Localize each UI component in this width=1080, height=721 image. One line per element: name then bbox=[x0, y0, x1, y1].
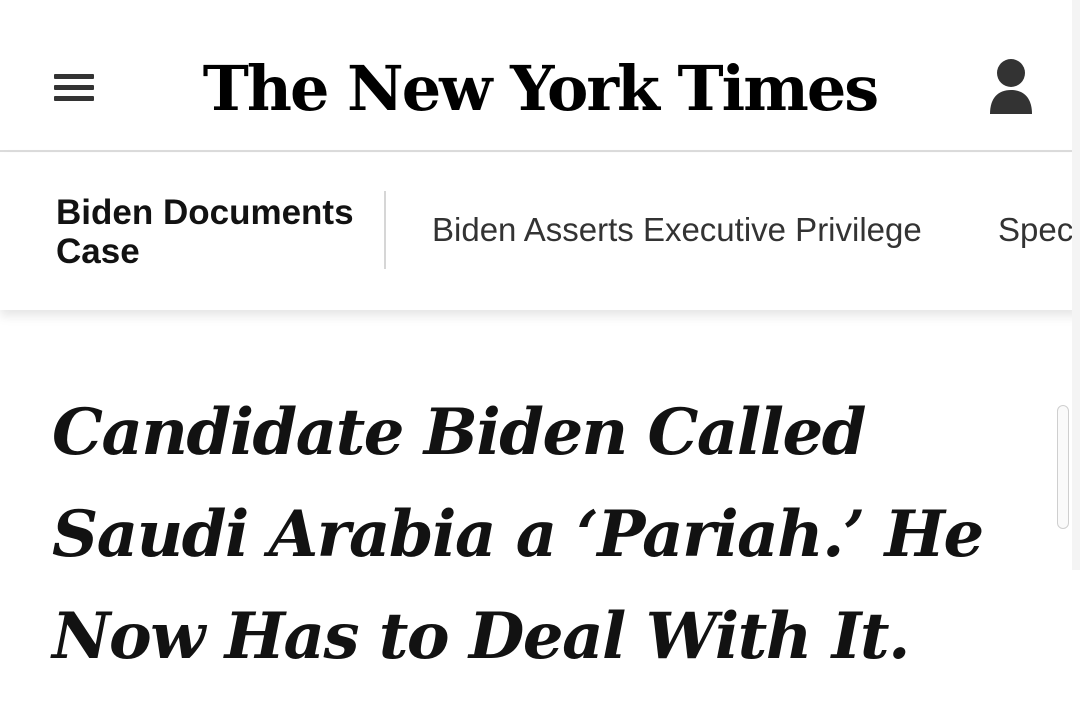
hamburger-menu-icon-bar bbox=[54, 85, 94, 90]
hamburger-menu-icon bbox=[54, 74, 94, 79]
masthead-logo[interactable]: The New York Times bbox=[203, 38, 879, 138]
story-nav-bar: Biden Documents Case Biden Asserts Execu… bbox=[0, 153, 1080, 310]
story-nav-label[interactable]: Biden Documents Case bbox=[56, 193, 376, 271]
story-link-truncated[interactable]: Spec bbox=[998, 211, 1073, 249]
account-button[interactable] bbox=[984, 56, 1038, 118]
user-account-icon bbox=[990, 59, 1032, 114]
site-header: The New York Times bbox=[0, 0, 1080, 152]
hamburger-menu-icon-bar bbox=[54, 96, 94, 101]
scrollbar-thumb[interactable] bbox=[1057, 405, 1069, 529]
menu-button[interactable] bbox=[52, 66, 98, 108]
nav-divider bbox=[384, 191, 386, 269]
scrollbar-track[interactable] bbox=[1072, 0, 1080, 570]
story-link-executive-privilege[interactable]: Biden Asserts Executive Privilege bbox=[432, 211, 922, 249]
article-headline: Candidate Biden Called Saudi Arabia a ‘P… bbox=[52, 395, 984, 674]
